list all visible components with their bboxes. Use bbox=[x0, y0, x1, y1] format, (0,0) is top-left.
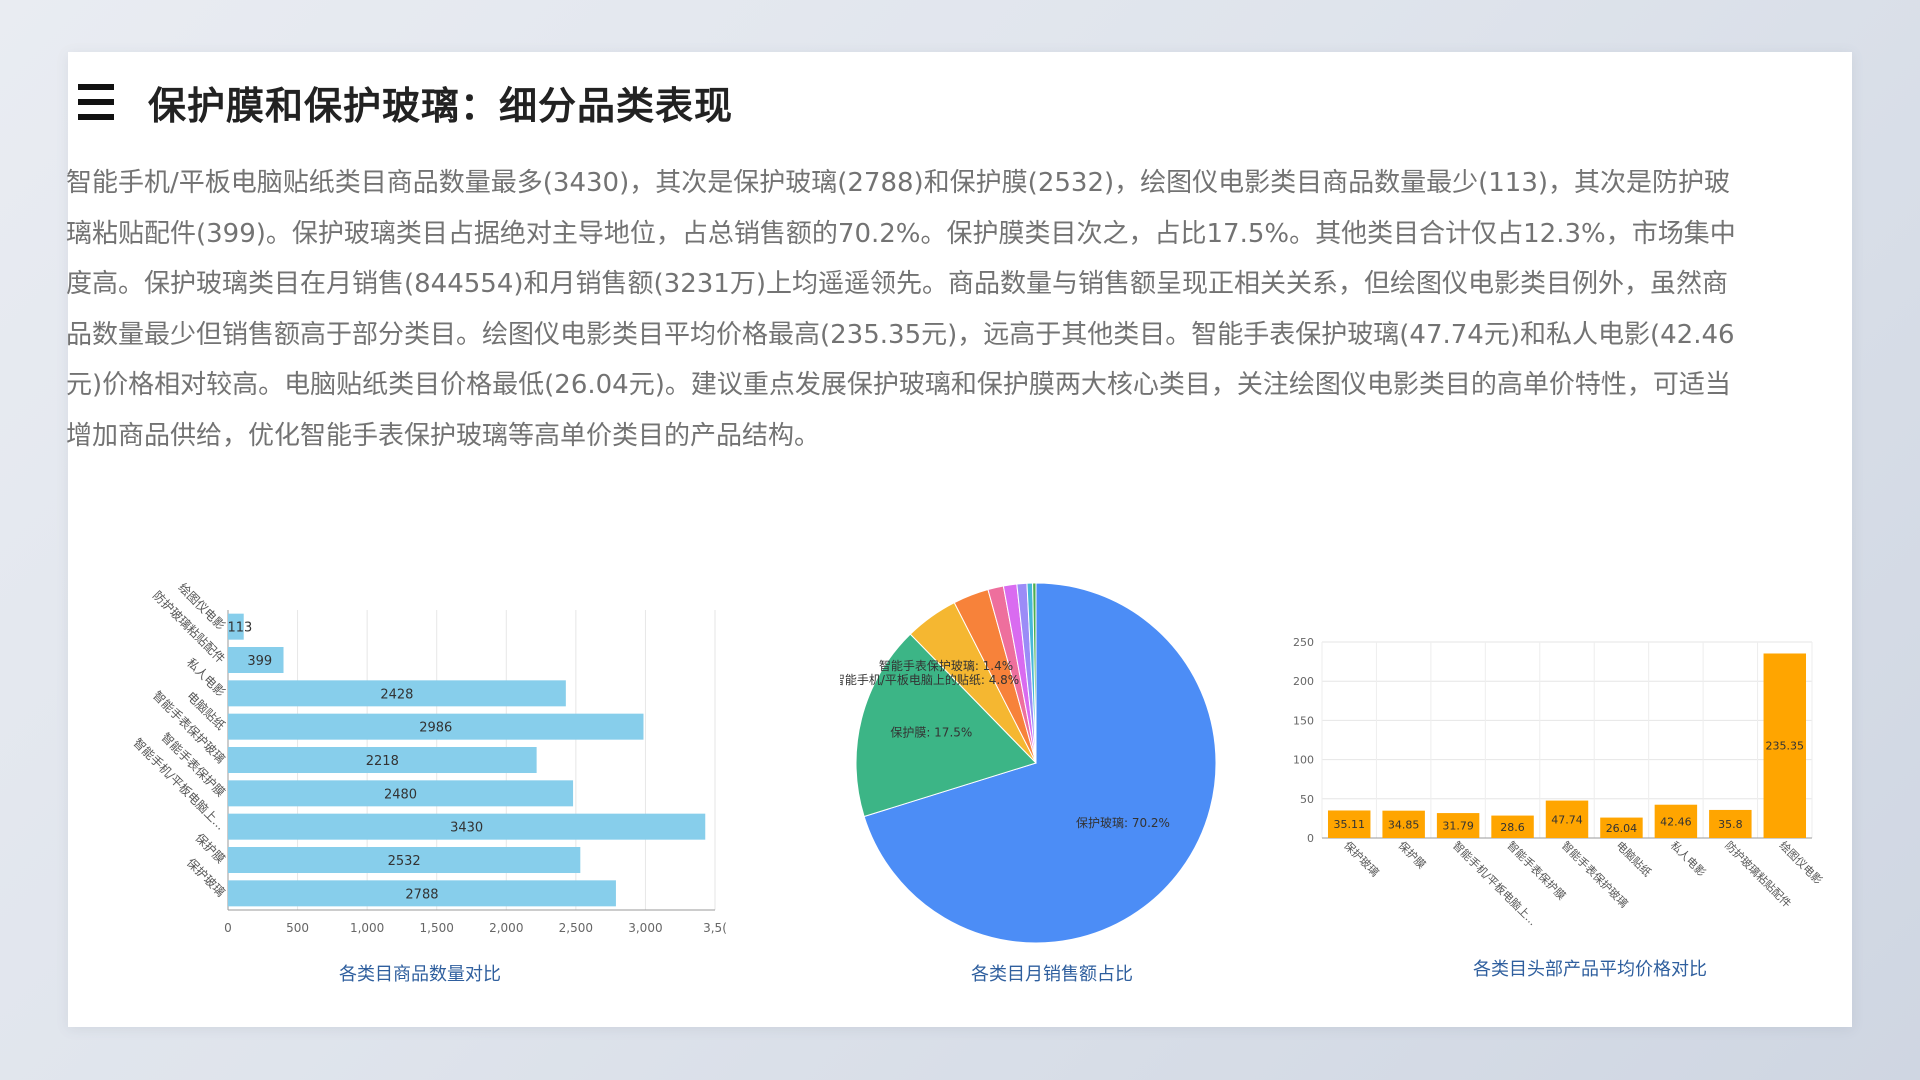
bar-value-label: 113 bbox=[227, 621, 252, 636]
bar-value-label: 2428 bbox=[380, 687, 413, 702]
x-tick-label: 500 bbox=[286, 921, 309, 935]
x-tick-label: 2,500 bbox=[559, 921, 593, 935]
bar-value-label: 28.6 bbox=[1500, 821, 1525, 834]
bar-value-label: 47.74 bbox=[1551, 813, 1583, 826]
y-tick-label: 250 bbox=[1293, 636, 1314, 649]
x-tick-label: 2,000 bbox=[489, 921, 523, 935]
x-tick-label: 绘图仪电影 bbox=[1777, 838, 1826, 887]
x-tick-label: 电脑贴纸 bbox=[1613, 838, 1654, 879]
category-count-bar-chart: 0 500 1,000 1,500 2,000 2,500 3,000 3,5(113绘图仪电… bbox=[131, 580, 727, 935]
bar-value-label: 31.79 bbox=[1442, 820, 1474, 833]
bar-value-label: 42.46 bbox=[1660, 815, 1692, 828]
avg-price-bar-chart: 05010015020025035.11保护玻璃34.85保护膜31.79智能手… bbox=[1293, 636, 1826, 928]
bar-value-label: 35.11 bbox=[1333, 818, 1365, 831]
y-tick-label: 0 bbox=[1307, 832, 1314, 845]
x-tick-label: 保护玻璃 bbox=[1341, 838, 1382, 879]
y-tick-label: 200 bbox=[1293, 675, 1314, 688]
sales-share-pie-chart: 保护玻璃: 70.2% 保护膜: 17.5% 智能手机/平板电脑上的贴纸: 4.8%… bbox=[840, 582, 1217, 944]
x-tick-label: 0 bbox=[224, 921, 232, 935]
category-count-caption: 各类目商品数量对比 bbox=[339, 964, 501, 985]
bar-value-label: 2788 bbox=[405, 887, 438, 902]
summary-paragraph: 智能手机/平板电脑贴纸类目商品数量最多(3430)，其次是保护玻璃(2788)和… bbox=[66, 168, 1736, 451]
y-tick-label: 100 bbox=[1293, 754, 1314, 767]
page-title: 保护膜和保护玻璃：细分品类表现 bbox=[148, 83, 734, 128]
bar-value-label: 2986 bbox=[419, 721, 452, 736]
bar-value-label: 2480 bbox=[384, 787, 417, 802]
bar-value-label: 399 bbox=[247, 654, 272, 669]
sales-share-caption: 各类目月销售额占比 bbox=[971, 964, 1133, 985]
pie-slice-label: 智能手机/平板电脑上的贴纸: 4.8% bbox=[840, 672, 1019, 687]
bar-value-label: 2218 bbox=[366, 754, 399, 769]
bar-value-label: 2532 bbox=[388, 854, 421, 869]
bar-value-label: 3430 bbox=[450, 821, 483, 836]
x-tick-label: 私人电影 bbox=[1668, 839, 1708, 879]
avg-price-caption: 各类目头部产品平均价格对比 bbox=[1473, 959, 1707, 980]
bar-value-label: 35.8 bbox=[1718, 818, 1743, 831]
x-tick-label: 3,5( bbox=[703, 921, 727, 935]
y-tick-label: 150 bbox=[1293, 714, 1314, 727]
x-tick-label: 3,000 bbox=[628, 921, 662, 935]
section-heading: 保护膜和保护玻璃：细分品类表现 bbox=[78, 72, 733, 132]
pie-slice-label: 保护膜: 17.5% bbox=[890, 725, 972, 739]
bar-value-label: 235.35 bbox=[1766, 740, 1805, 753]
y-tick-label: 50 bbox=[1300, 793, 1314, 806]
pie-slice-label: 智能手表保护玻璃: 1.4% bbox=[879, 658, 1013, 673]
x-tick-label: 1,500 bbox=[420, 921, 454, 935]
pie-slice-label: 保护玻璃: 70.2% bbox=[1076, 816, 1170, 830]
x-tick-label: 保护膜 bbox=[1396, 838, 1429, 871]
bar-value-label: 26.04 bbox=[1606, 822, 1638, 835]
bar-value-label: 34.85 bbox=[1388, 818, 1420, 831]
x-tick-label: 1,000 bbox=[350, 921, 384, 935]
menu-icon bbox=[78, 84, 114, 120]
